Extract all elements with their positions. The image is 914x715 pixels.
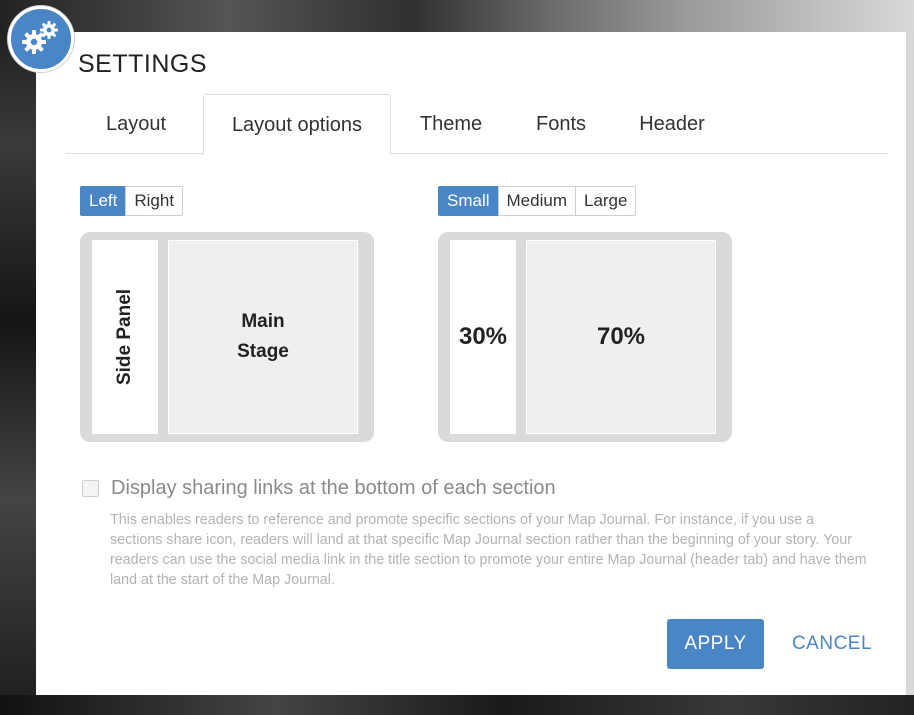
panel-position-toggle: Left Right [80,186,184,216]
main-stage-label-line1: Main [241,311,285,332]
position-right-button[interactable]: Right [125,186,184,216]
position-left-button[interactable]: Left [80,186,127,216]
tab-theme[interactable]: Theme [391,94,511,154]
size-medium-button[interactable]: Medium [497,186,576,216]
panel-size-toggle: Small Medium Large [438,186,637,216]
sharing-checkbox[interactable] [82,480,99,497]
cancel-button[interactable]: CANCEL [782,619,882,669]
main-stage-label-line2: Stage [237,341,289,362]
background-right [906,32,914,695]
sharing-option: Display sharing links at the bottom of e… [82,477,556,500]
size-preview[interactable]: 30% 70% [438,232,732,442]
preview-main-stage: Main Stage [168,240,358,434]
tab-fonts[interactable]: Fonts [511,94,611,154]
sharing-label: Display sharing links at the bottom of e… [111,477,556,499]
tab-bar: Layout Layout options Theme Fonts Header [66,94,888,155]
main-percent-label: 70% [526,240,716,434]
size-large-button[interactable]: Large [574,186,637,216]
apply-button[interactable]: APPLY [667,619,764,669]
dialog-title: SETTINGS [78,50,208,78]
background-left [0,0,36,715]
tab-layout-options[interactable]: Layout options [203,94,391,155]
side-percent-label: 30% [450,240,516,434]
side-panel-label: Side Panel [114,288,136,386]
tab-layout[interactable]: Layout [66,94,206,154]
preview-side-panel: Side Panel [92,240,158,434]
tab-header[interactable]: Header [611,94,733,154]
settings-dialog: SETTINGS Layout Layout options Theme Fon… [36,32,906,695]
background-top [0,0,914,32]
gears-icon [8,6,74,72]
background-bottom [0,695,914,715]
size-small-button[interactable]: Small [438,186,499,216]
layout-preview[interactable]: Side Panel Main Stage [80,232,374,442]
sharing-description: This enables readers to reference and pr… [110,512,867,588]
